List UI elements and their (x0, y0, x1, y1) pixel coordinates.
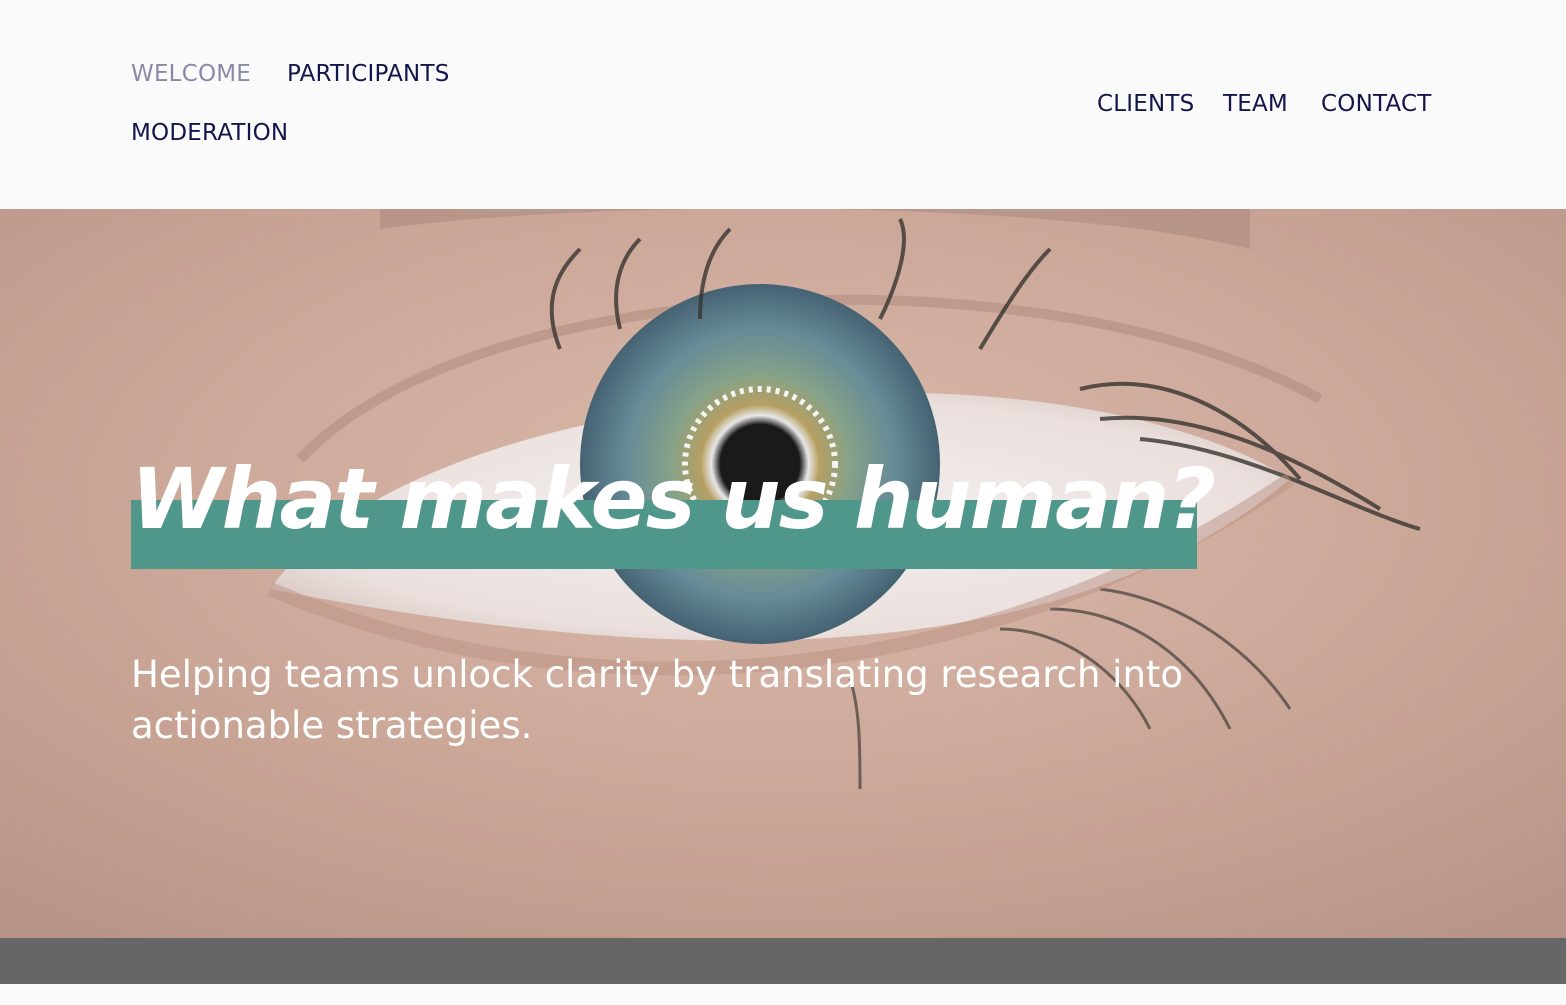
bottom-band (0, 938, 1566, 984)
nav-link-moderation[interactable]: MODERATION (131, 122, 288, 145)
hero-title: What makes us human? (131, 450, 1216, 548)
site-header: WELCOME PARTICIPANTS MODERATION CLIENTS … (0, 0, 1566, 209)
nav-link-team[interactable]: TEAM (1223, 93, 1288, 116)
hero-section: What makes us human? Helping teams unloc… (0, 209, 1566, 938)
hero-subtitle: Helping teams unlock clarity by translat… (131, 653, 1184, 747)
hero-eye-image (0, 209, 1566, 938)
nav-link-contact[interactable]: CONTACT (1321, 93, 1431, 116)
nav-link-clients[interactable]: CLIENTS (1097, 93, 1194, 116)
nav-link-participants[interactable]: PARTICIPANTS (287, 63, 450, 86)
footer-strip (0, 984, 1566, 1005)
nav-link-welcome[interactable]: WELCOME (131, 63, 251, 86)
